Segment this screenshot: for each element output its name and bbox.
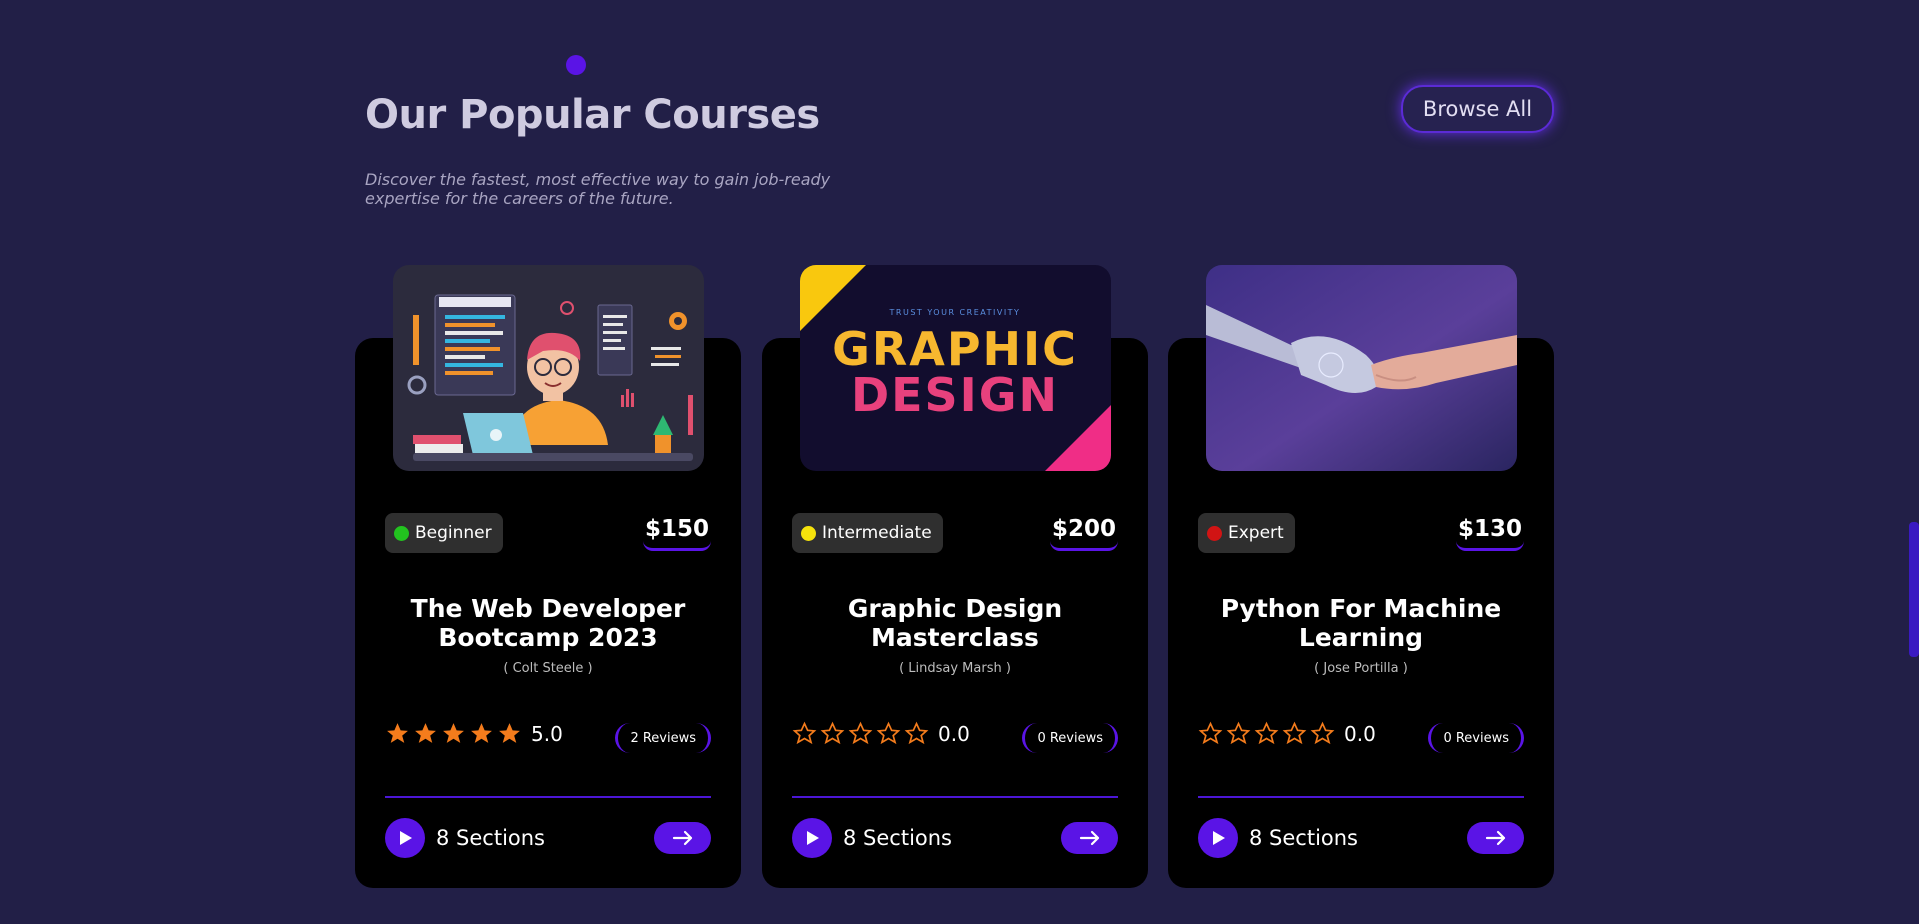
course-price: $130 (1455, 516, 1524, 551)
instructor: ( Colt Steele ) (355, 661, 741, 676)
course-card-python-ml[interactable]: Expert $130 Python For Machine Learning … (1168, 265, 1554, 888)
section-title: Our Popular Courses (365, 92, 820, 138)
sections-count: 8 Sections (1249, 826, 1358, 850)
instructor: ( Jose Portilla ) (1168, 661, 1554, 676)
arrow-right-icon (1079, 830, 1099, 846)
instructor: ( Lindsay Marsh ) (762, 661, 1148, 676)
play-button[interactable] (792, 818, 832, 858)
star-filled-icon (499, 723, 520, 743)
browse-all-button[interactable]: Browse All (1401, 85, 1554, 133)
star-filled-icon (387, 723, 408, 743)
instructor-name: ( Lindsay Marsh ) (899, 661, 1011, 676)
play-icon (400, 831, 412, 845)
reviews-count[interactable]: 2 Reviews (615, 723, 711, 753)
open-course-button[interactable] (1061, 822, 1118, 854)
rating-stars: 0.0 (792, 721, 970, 746)
star-filled-icon (443, 723, 464, 743)
rating-value: 0.0 (1344, 721, 1376, 746)
open-course-button[interactable] (1467, 822, 1524, 854)
course-card-web-developer[interactable]: Beginner $150 The Web Developer Bootcamp… (355, 265, 741, 888)
level-label: Beginner (415, 523, 492, 543)
arrow-right-icon (1485, 830, 1505, 846)
course-image-graphic-design[interactable]: TRUST YOUR CREATIVITY GRAPHIC DESIGN (800, 265, 1111, 471)
decorative-dot (566, 55, 586, 75)
star-outline-icon (1226, 721, 1251, 745)
card-divider (385, 796, 711, 798)
course-title[interactable]: Graphic Design Masterclass (792, 594, 1118, 652)
star-outline-icon (848, 721, 873, 745)
section-description: Discover the fastest, most effective way… (365, 170, 831, 208)
star-outline-icon (904, 721, 929, 745)
intermediate-dot-icon (801, 525, 816, 541)
rating-value: 0.0 (938, 721, 970, 746)
sections-count: 8 Sections (436, 826, 545, 850)
arrow-right-icon (672, 830, 692, 846)
rating-stars: 5.0 (385, 721, 563, 746)
course-price: $200 (1049, 516, 1118, 551)
rating-stars: 0.0 (1198, 721, 1376, 746)
level-label: Intermediate (822, 523, 932, 543)
star-outline-icon (876, 721, 901, 745)
star-filled-icon (471, 723, 492, 743)
reviews-count[interactable]: 0 Reviews (1428, 723, 1524, 753)
play-button[interactable] (1198, 818, 1238, 858)
reviews-count[interactable]: 0 Reviews (1022, 723, 1118, 753)
card-divider (792, 796, 1118, 798)
course-card-graphic-design[interactable]: TRUST YOUR CREATIVITY GRAPHIC DESIGN Int… (762, 265, 1148, 888)
course-price: $150 (642, 516, 711, 551)
play-icon (807, 831, 819, 845)
beginner-dot-icon (394, 525, 409, 541)
star-filled-icon (415, 723, 436, 743)
instructor-name: ( Colt Steele ) (503, 661, 593, 676)
image-heading-line2: DESIGN (851, 368, 1059, 422)
star-outline-icon (792, 721, 817, 745)
star-outline-icon (1254, 721, 1279, 745)
star-outline-icon (1198, 721, 1223, 745)
play-icon (1213, 831, 1225, 845)
level-badge: Intermediate (792, 513, 943, 553)
image-tagline: TRUST YOUR CREATIVITY (889, 308, 1021, 317)
level-label: Expert (1228, 523, 1284, 543)
course-image-python-ml[interactable] (1206, 265, 1517, 471)
level-badge: Beginner (385, 513, 503, 553)
star-outline-icon (1310, 721, 1335, 745)
course-image-web-developer[interactable] (393, 265, 704, 471)
expert-dot-icon (1207, 525, 1222, 541)
course-title[interactable]: The Web Developer Bootcamp 2023 (385, 594, 711, 652)
rating-value: 5.0 (531, 721, 563, 746)
level-badge: Expert (1198, 513, 1295, 553)
instructor-name: ( Jose Portilla ) (1314, 661, 1408, 676)
star-outline-icon (1282, 721, 1307, 745)
course-title[interactable]: Python For Machine Learning (1198, 594, 1524, 652)
scrollbar-thumb[interactable] (1909, 522, 1919, 657)
star-outline-icon (820, 721, 845, 745)
open-course-button[interactable] (654, 822, 711, 854)
card-divider (1198, 796, 1524, 798)
play-button[interactable] (385, 818, 425, 858)
sections-count: 8 Sections (843, 826, 952, 850)
